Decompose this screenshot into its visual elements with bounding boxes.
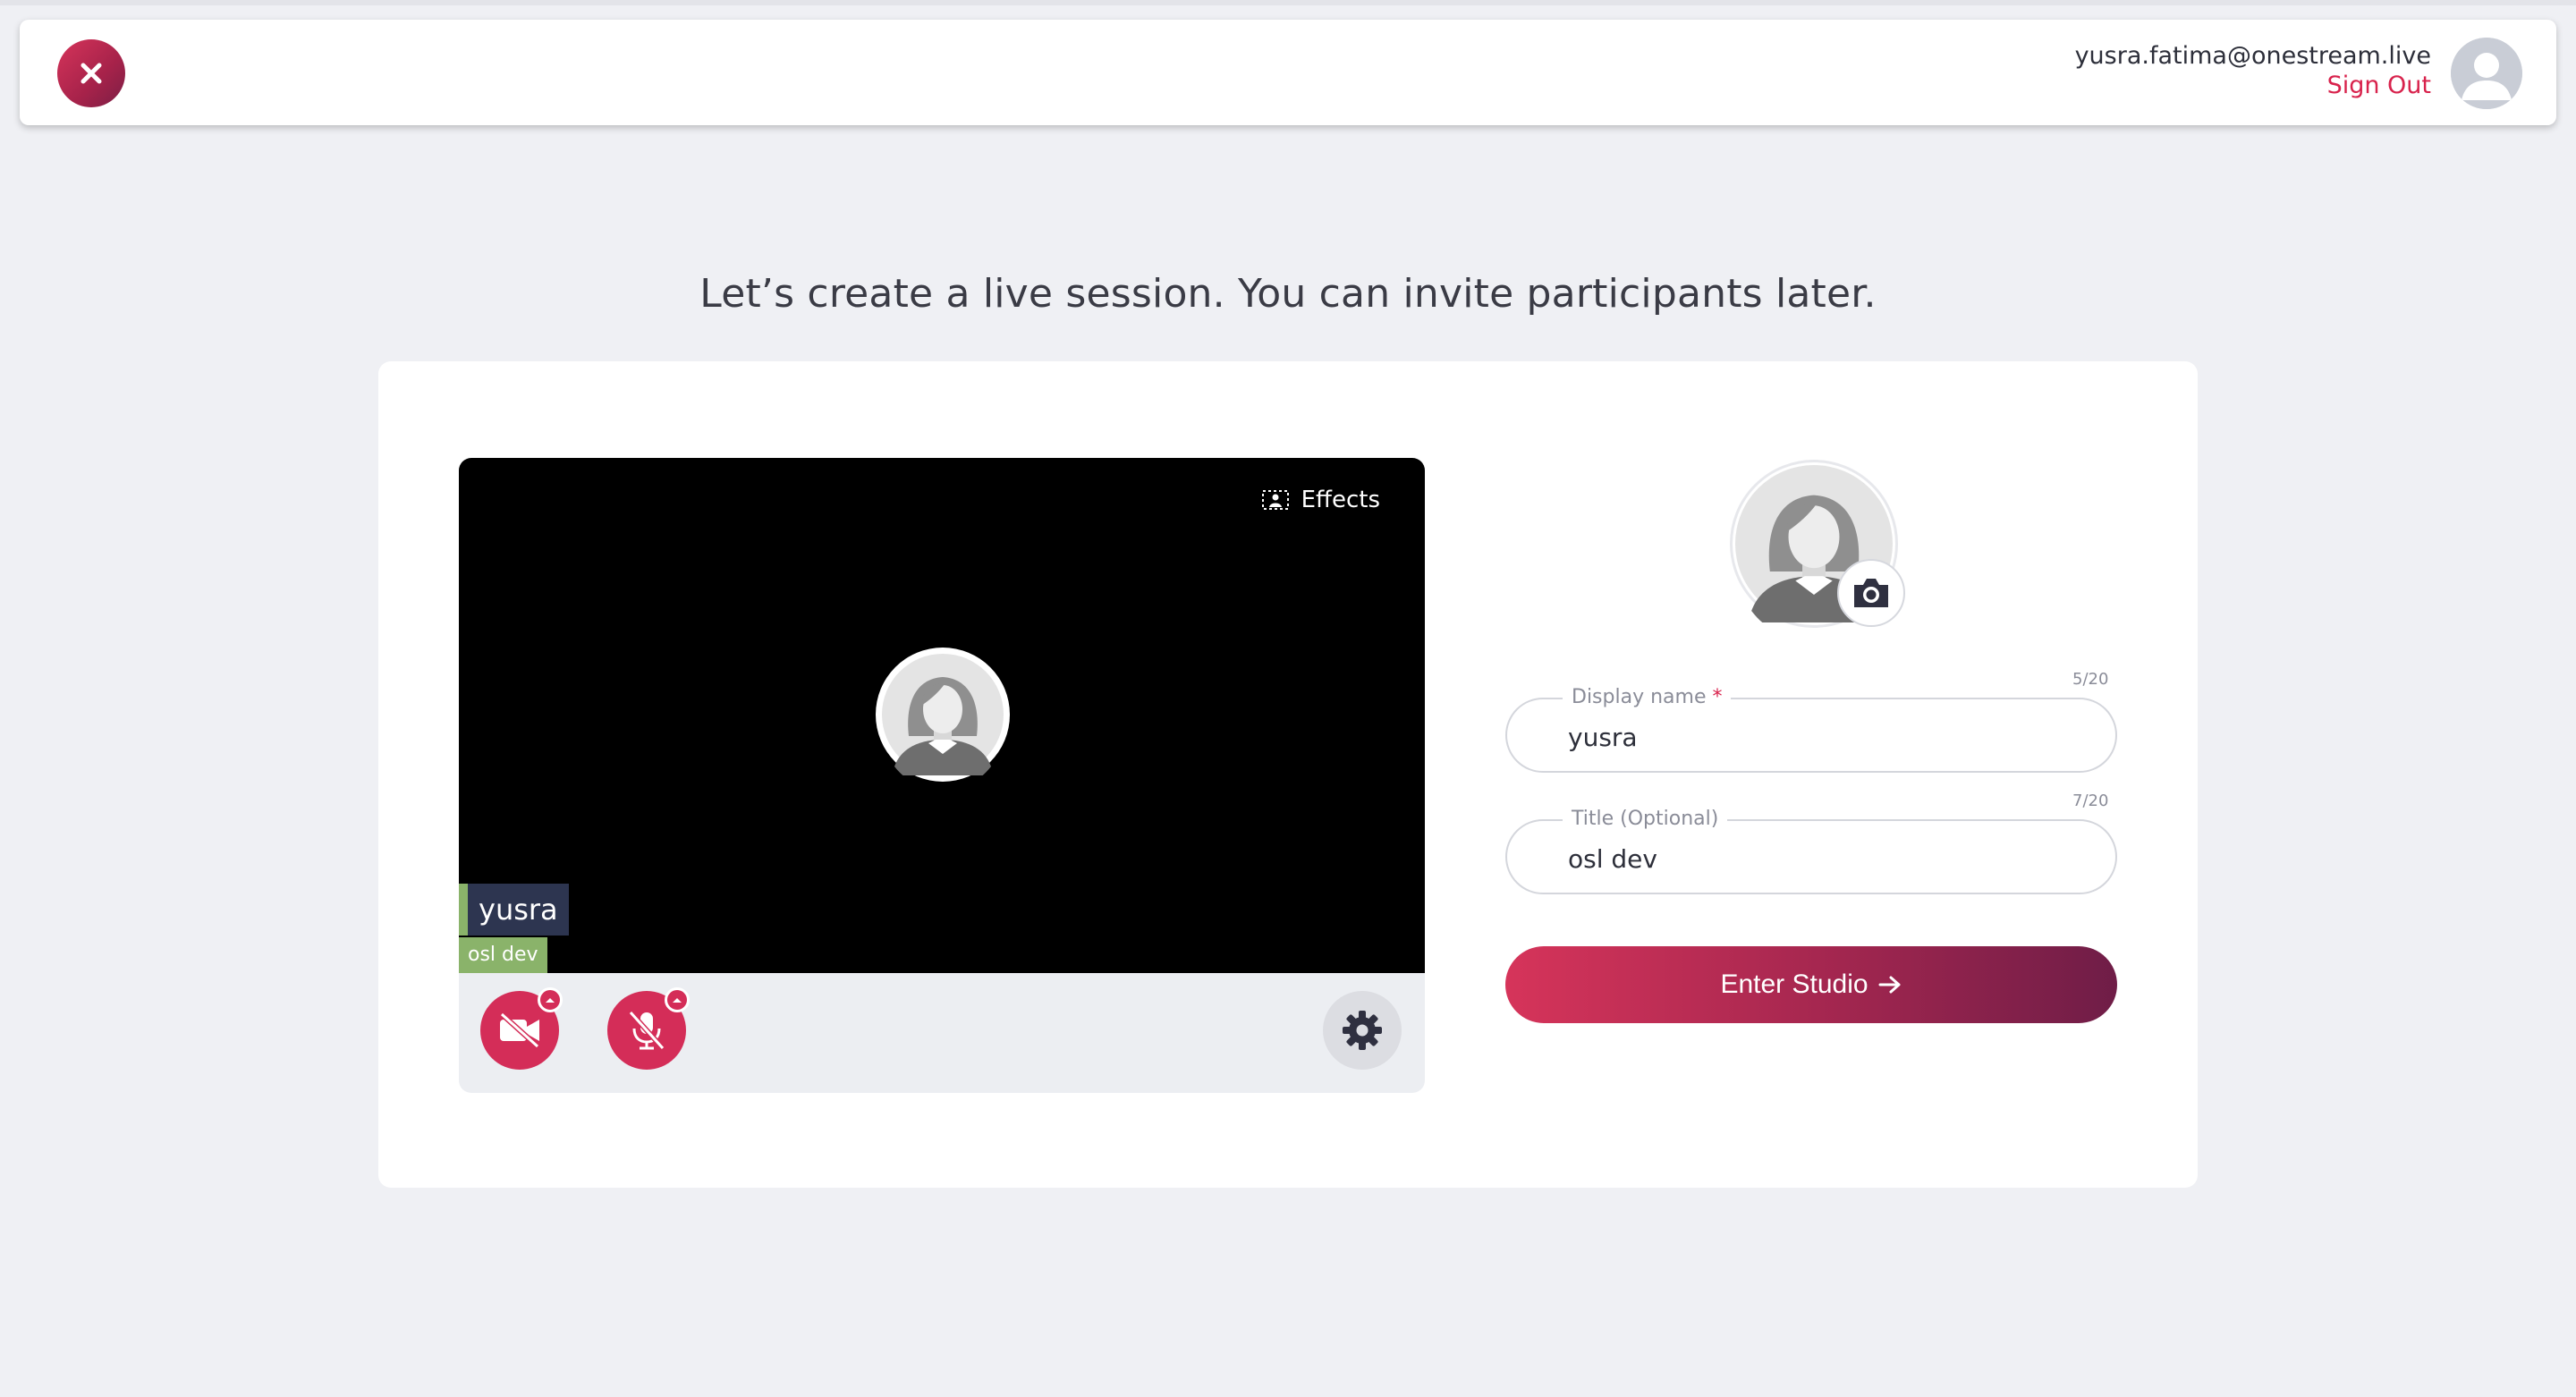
display-name-counter: 5/20 [2072, 670, 2109, 689]
settings-button[interactable] [1323, 991, 1402, 1070]
female-avatar-icon [882, 654, 1004, 775]
name-tag-accent [459, 884, 468, 936]
participant-name: yusra [468, 884, 569, 936]
session-setup-card: Effects yusra osl dev 5/20 Display name … [378, 361, 2198, 1188]
mic-off-icon [628, 1010, 665, 1051]
required-marker: * [1712, 686, 1723, 708]
title-input[interactable] [1568, 839, 2069, 878]
page-headline: Let’s create a live session. You can inv… [699, 271, 1877, 317]
video-preview: Effects yusra osl dev [459, 458, 1425, 973]
top-border [0, 0, 2576, 5]
arrow-right-icon [1878, 976, 1901, 994]
top-bar: yusra.fatima@onestream.live Sign Out [20, 20, 2556, 125]
chevron-up-icon [546, 998, 555, 1003]
mic-options-button[interactable] [665, 987, 690, 1012]
display-name-input[interactable] [1568, 717, 2069, 757]
title-field: Title (Optional) [1505, 806, 2117, 894]
media-controls [459, 973, 1425, 1093]
title-label: Title (Optional) [1563, 806, 1728, 833]
close-icon [80, 63, 102, 84]
user-silhouette-icon [2451, 38, 2522, 109]
effects-label: Effects [1301, 487, 1380, 513]
effects-icon [1261, 490, 1289, 510]
preview-avatar [876, 648, 1010, 782]
enter-studio-button[interactable]: Enter Studio [1505, 946, 2117, 1023]
camera-icon [1854, 579, 1888, 607]
display-name-label-text: Display name [1572, 686, 1707, 708]
display-name-field: Display name * [1505, 684, 2117, 773]
close-button[interactable] [57, 39, 125, 107]
camera-toggle-button[interactable] [480, 987, 563, 1070]
participant-name-tag: yusra [459, 884, 569, 936]
participant-title: osl dev [459, 937, 547, 973]
user-info: yusra.fatima@onestream.live Sign Out [2075, 41, 2431, 100]
effects-button[interactable]: Effects [1261, 487, 1380, 513]
user-avatar[interactable] [2451, 38, 2522, 109]
gear-icon [1343, 1011, 1382, 1050]
mic-toggle-button[interactable] [607, 987, 690, 1070]
user-email: yusra.fatima@onestream.live [2074, 42, 2431, 70]
camera-options-button[interactable] [538, 987, 563, 1012]
title-counter: 7/20 [2072, 792, 2109, 810]
display-name-label: Display name * [1563, 684, 1732, 711]
upload-photo-button[interactable] [1837, 559, 1905, 627]
sign-out-link[interactable]: Sign Out [2075, 72, 2431, 100]
chevron-up-icon [673, 998, 682, 1003]
video-off-icon [499, 1012, 540, 1048]
enter-studio-label: Enter Studio [1720, 969, 1868, 999]
